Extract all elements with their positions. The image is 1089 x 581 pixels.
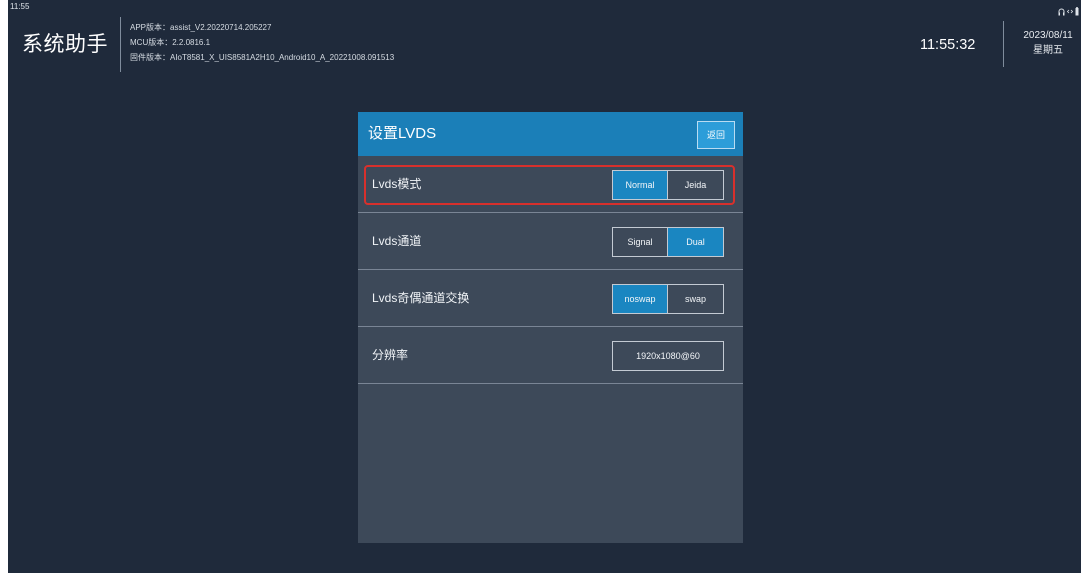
date-text: 2023/08/11 <box>1023 30 1073 41</box>
lvds-channel-label: Lvds通道 <box>372 234 422 248</box>
resolution-label: 分辨率 <box>372 348 409 362</box>
mcu-version-line: MCU版本：2.2.0816.1 <box>130 35 394 50</box>
lvds-swap-label: Lvds奇偶通道交换 <box>372 291 470 305</box>
lvds-swap-option-noswap[interactable]: noswap <box>612 284 668 314</box>
lvds-settings-dialog: 设置LVDS 返回 Lvds模式 Normal Jeida Lvds通道 Sig… <box>358 112 743 543</box>
app-title: 系统助手 <box>22 33 108 56</box>
mcu-version-label: MCU版本： <box>130 38 173 47</box>
battery-icon <box>1075 3 1079 15</box>
back-button[interactable]: 返回 <box>697 121 735 149</box>
lvds-mode-option-jeida[interactable]: Jeida <box>667 170 724 200</box>
device-screen: 11:55 系统助手 APP版本：assist_V2.20220714.2052… <box>8 0 1081 573</box>
resolution-row: 分辨率 1920x1080@60 <box>358 327 743 384</box>
lvds-swap-option-swap[interactable]: swap <box>667 284 724 314</box>
arrows-icon <box>1066 3 1074 13</box>
firmware-version-value: AIoT8581_X_UIS8581A2H10_Android10_A_2022… <box>170 53 395 62</box>
lvds-swap-row: Lvds奇偶通道交换 noswap swap <box>358 270 743 327</box>
headphones-icon <box>1058 3 1065 15</box>
lvds-channel-row: Lvds通道 Signal Dual <box>358 213 743 270</box>
header-clock: 11:55:32 <box>920 37 976 53</box>
app-version-label: APP版本： <box>130 23 171 32</box>
status-bar-time: 11:55 <box>10 2 30 11</box>
header-divider-left <box>120 17 121 72</box>
header-divider-right <box>1003 21 1004 67</box>
weekday-text: 星期五 <box>1033 45 1063 56</box>
mcu-version-value: 2.2.0816.1 <box>172 38 211 47</box>
lvds-mode-row: Lvds模式 Normal Jeida <box>358 156 743 213</box>
app-version-line: APP版本：assist_V2.20220714.205227 <box>130 20 394 35</box>
lvds-swap-segmented-control: noswap swap <box>612 284 724 314</box>
lvds-channel-segmented-control: Signal Dual <box>612 227 724 257</box>
app-version-value: assist_V2.20220714.205227 <box>170 23 272 32</box>
status-bar-icons <box>1058 2 1079 15</box>
lvds-mode-segmented-control: Normal Jeida <box>612 170 724 200</box>
date-block: 2023/08/11 星期五 <box>1013 28 1081 58</box>
version-info: APP版本：assist_V2.20220714.205227 MCU版本：2.… <box>130 20 394 65</box>
lvds-mode-option-normal[interactable]: Normal <box>612 170 668 200</box>
dialog-title: 设置LVDS <box>368 125 437 142</box>
dialog-header: 设置LVDS 返回 <box>358 112 743 156</box>
firmware-version-label: 固件版本： <box>130 53 170 62</box>
resolution-select-button[interactable]: 1920x1080@60 <box>612 341 724 371</box>
lvds-channel-option-signal[interactable]: Signal <box>612 227 668 257</box>
firmware-version-line: 固件版本：AIoT8581_X_UIS8581A2H10_Android10_A… <box>130 50 394 65</box>
lvds-mode-label: Lvds模式 <box>372 177 422 191</box>
lvds-channel-option-dual[interactable]: Dual <box>667 227 724 257</box>
